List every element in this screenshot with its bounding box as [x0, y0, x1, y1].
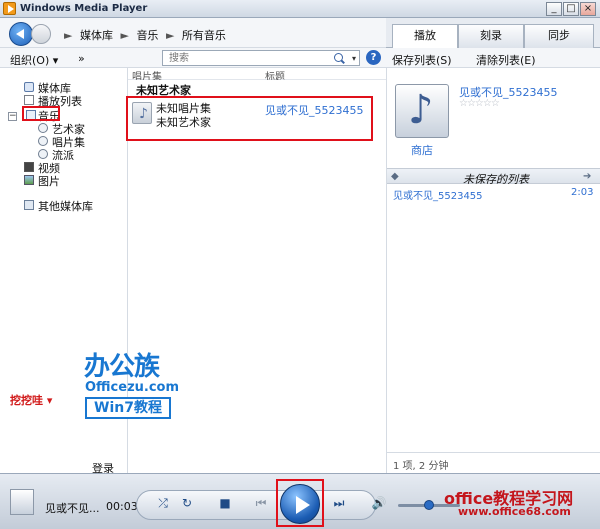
organize-menu[interactable]: 组织(O) ▾	[10, 52, 58, 68]
search-icon[interactable]	[334, 53, 343, 62]
playlist-item-duration: 2:03	[571, 187, 594, 198]
volume-slider-thumb[interactable]	[424, 500, 434, 510]
back-button[interactable]	[9, 22, 33, 46]
close-button[interactable]: ×	[580, 2, 596, 16]
title-bar: Windows Media Player _ □ ×	[0, 0, 600, 18]
genre-icon	[38, 149, 48, 159]
music-note-icon: ♪	[408, 87, 434, 133]
playlist-item-title[interactable]: 见或不见_5523455	[393, 187, 483, 202]
navigation-bar: ► 媒体库 ► 音乐 ► 所有音乐	[0, 18, 386, 48]
album-art-large[interactable]: ♪	[395, 84, 449, 138]
list-status: 1 项, 2 分钟	[393, 461, 449, 472]
watermark-logo: 办公族	[84, 352, 160, 382]
artist-icon	[38, 123, 48, 133]
library-toolbar: 组织(O) ▾ » ▾ ?	[0, 48, 386, 68]
tab-burn[interactable]: 刻录	[458, 24, 524, 48]
breadcrumb-separator-icon: ►	[64, 29, 73, 42]
picture-icon	[24, 175, 34, 185]
window-title: Windows Media Player	[20, 3, 148, 14]
help-icon[interactable]: ?	[366, 50, 381, 65]
save-list-button[interactable]: 保存列表(S)	[392, 52, 452, 68]
breadcrumb-music[interactable]: 音乐	[136, 29, 158, 42]
search-input[interactable]	[163, 51, 333, 66]
highlight-box	[276, 479, 324, 527]
previous-list-arrow-icon[interactable]: ◆	[391, 171, 399, 182]
shuffle-icon[interactable]: ⤮	[154, 496, 172, 511]
playlist-header: ◆ 未保存的列表 ➔	[387, 168, 600, 186]
user-menu[interactable]: 挖挖哇 ▾	[10, 392, 52, 408]
playlist-icon	[24, 95, 34, 105]
video-icon	[24, 162, 34, 172]
tab-sync[interactable]: 同步	[524, 24, 594, 48]
highlight-box	[126, 96, 373, 141]
playlist-title: 未保存的列表	[463, 173, 529, 186]
stop-icon[interactable]: ■	[216, 496, 234, 510]
maximize-button[interactable]: □	[563, 2, 579, 16]
next-list-arrow-icon[interactable]: ➔	[583, 171, 591, 182]
now-playing-thumbnail[interactable]	[10, 489, 34, 515]
elapsed-time: 00:03	[106, 500, 138, 513]
site-url: www.office68.com	[458, 505, 571, 518]
forward-button[interactable]	[31, 24, 51, 44]
breadcrumb-separator-icon: ►	[165, 29, 175, 42]
other-libraries-icon	[24, 200, 34, 210]
list-toolbar: 保存列表(S) 清除列表(E)	[386, 48, 600, 68]
sidebar-item-other-libraries[interactable]: 其他媒体库	[38, 198, 93, 214]
search-options-arrow-icon[interactable]: ▾	[352, 54, 356, 63]
highlight-box	[22, 106, 60, 121]
search-box[interactable]: ▾	[162, 50, 360, 66]
column-header: 唱片集 标题	[128, 68, 386, 83]
more-commands-button[interactable]: »	[78, 52, 85, 65]
store-link[interactable]: 商店	[411, 142, 433, 158]
media-player-icon	[3, 2, 16, 15]
previous-icon[interactable]: ⏮	[252, 496, 270, 511]
repeat-icon[interactable]: ↻	[178, 496, 196, 510]
library-icon	[24, 82, 34, 92]
status-divider	[387, 452, 600, 453]
breadcrumb-library[interactable]: 媒体库	[80, 29, 113, 42]
tab-play[interactable]: 播放	[392, 24, 458, 49]
breadcrumb: ► 媒体库 ► 音乐 ► 所有音乐	[64, 27, 230, 43]
minimize-button[interactable]: _	[546, 2, 562, 16]
album-icon	[38, 136, 48, 146]
collapse-toggle[interactable]: −	[8, 112, 17, 121]
breadcrumb-separator-icon: ►	[120, 29, 129, 42]
next-icon[interactable]: ⏭	[330, 496, 348, 511]
sidebar-item-pictures[interactable]: 图片	[38, 173, 60, 189]
watermark-badge: Win7教程	[85, 397, 171, 419]
now-playing-text: 见或不见...	[45, 502, 100, 515]
breadcrumb-all-music[interactable]: 所有音乐	[182, 29, 226, 42]
watermark-url: Officezu.com	[85, 380, 180, 395]
volume-icon[interactable]: 🔊	[370, 496, 388, 510]
rating-stars[interactable]: ☆☆☆☆☆	[459, 98, 500, 109]
clear-list-button[interactable]: 清除列表(E)	[476, 52, 536, 68]
tab-bar: 播放 刻录 同步	[386, 18, 600, 49]
list-pane: ♪ 见或不见_5523455 ☆☆☆☆☆ 商店 ◆ 未保存的列表 ➔ 见或不见_…	[386, 68, 600, 473]
